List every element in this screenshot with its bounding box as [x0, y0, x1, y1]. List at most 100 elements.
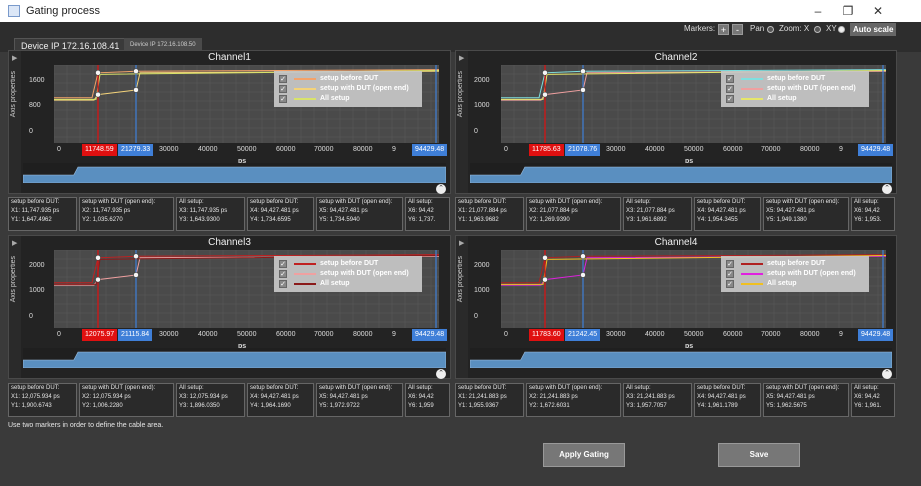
legend-item[interactable]: ✓ All setup — [274, 94, 422, 104]
collapse-icon[interactable]: ⌃ — [436, 184, 446, 194]
collapse-icon[interactable]: ⌃ — [882, 184, 892, 194]
axis-properties-label[interactable]: Axis properties — [10, 71, 20, 117]
overview-strip[interactable] — [470, 163, 892, 183]
pan-radio[interactable] — [767, 26, 774, 33]
overview-area — [470, 351, 892, 368]
legend-label: setup with DUT (open end) — [320, 270, 409, 277]
legend-label: setup before DUT — [320, 75, 379, 82]
plot-area[interactable]: ✓ setup before DUT ✓ setup with DUT (open e… — [501, 250, 886, 328]
readout-line: Y6: 1,959 — [408, 403, 434, 409]
x-tick-label: 70000 — [761, 331, 781, 338]
marker-point — [133, 253, 139, 259]
readout-line: X4: 94,427.481 ps — [697, 208, 746, 214]
legend-checkbox[interactable]: ✓ — [279, 75, 287, 83]
readout-box: All setup: X6: 94,42 Y6: 1,961. — [851, 383, 895, 417]
legend-checkbox[interactable]: ✓ — [726, 95, 734, 103]
axis-properties-label[interactable]: Axis properties — [457, 256, 467, 302]
legend-swatch — [741, 273, 763, 275]
readout-box: setup before DUT: X1: 12,075.934 ps Y1: 1,… — [8, 383, 77, 417]
readout-line: All setup: — [408, 385, 433, 391]
overview-strip[interactable] — [470, 348, 892, 368]
legend-item[interactable]: ✓ setup before DUT — [274, 74, 422, 84]
marker-red-value[interactable]: 11783.60 — [529, 329, 564, 341]
apply-gating-button[interactable]: Apply Gating — [543, 443, 625, 467]
readouts-channel-2: setup before DUT: X1: 21,077.884 ps Y1: 1,… — [455, 197, 897, 231]
readout-line: Y4: 1,961.1789 — [697, 403, 738, 409]
readout-box: All setup: X3: 21,077.884 ps Y3: 1,961.689… — [623, 197, 692, 231]
legend-item[interactable]: ✓ setup with DUT (open end) — [274, 84, 422, 94]
legend-checkbox[interactable]: ✓ — [726, 260, 734, 268]
markers-label: Markers: — [684, 24, 716, 33]
legend-checkbox[interactable]: ✓ — [279, 260, 287, 268]
readout-box: All setup: X6: 94,42 Y6: 1,737. — [405, 197, 450, 231]
x-tick-label: 0 — [504, 331, 508, 338]
marker-red-value[interactable]: 11748.59 — [82, 144, 117, 156]
legend-item[interactable]: ✓ All setup — [274, 279, 422, 289]
save-button[interactable]: Save — [718, 443, 800, 467]
readout-line: Y5: 1,972.9722 — [319, 403, 360, 409]
legend-item[interactable]: ✓ setup with DUT (open end) — [274, 269, 422, 279]
maximize-button[interactable]: ❐ — [834, 2, 862, 20]
readout-line: Y4: 1,954.3455 — [697, 217, 738, 223]
collapse-icon[interactable]: ⌃ — [882, 369, 892, 379]
marker-blue-value[interactable]: 21279.33 — [118, 144, 154, 156]
marker-blue-value[interactable]: 21242.45 — [565, 329, 601, 341]
legend-checkbox[interactable]: ✓ — [726, 85, 734, 93]
readout-line: setup before DUT: — [458, 199, 507, 205]
legend-item[interactable]: ✓ All setup — [721, 94, 869, 104]
marker-red-value[interactable]: 11785.63 — [529, 144, 564, 156]
remove-marker-button[interactable]: - — [732, 24, 743, 35]
legend-item[interactable]: ✓ All setup — [721, 279, 869, 289]
axis-properties-label[interactable]: Axis properties — [10, 256, 20, 302]
readout-line: All setup: — [626, 385, 651, 391]
readout-line: X1: 21,077.884 ps — [458, 208, 507, 214]
legend-checkbox[interactable]: ✓ — [279, 85, 287, 93]
plot-area[interactable]: ✓ setup before DUT ✓ setup with DUT (open e… — [54, 250, 439, 328]
collapse-icon[interactable]: ⌃ — [436, 369, 446, 379]
legend-checkbox[interactable]: ✓ — [279, 95, 287, 103]
legend-item[interactable]: ✓ setup before DUT — [721, 74, 869, 84]
add-marker-button[interactable]: + — [718, 24, 729, 35]
readout-line: All setup: — [626, 199, 651, 205]
close-button[interactable]: ✕ — [864, 2, 892, 20]
readout-line: X4: 94,427.481 ps — [697, 394, 746, 400]
plot-area[interactable]: ✓ setup before DUT ✓ setup with DUT (open e… — [54, 65, 439, 143]
legend-item[interactable]: ✓ setup with DUT (open end) — [721, 84, 869, 94]
legend-swatch — [741, 263, 763, 265]
overview-strip[interactable] — [23, 163, 446, 183]
legend-item[interactable]: ✓ setup with DUT (open end) — [721, 269, 869, 279]
legend-item[interactable]: ✓ setup before DUT — [721, 259, 869, 269]
readout-line: Y1: 1,963.9682 — [458, 217, 499, 223]
auto-scale-button[interactable]: Auto scale — [850, 23, 897, 36]
readout-line: setup before DUT: — [458, 385, 507, 391]
axis-properties-label[interactable]: Axis properties — [457, 71, 467, 117]
overview-strip[interactable] — [23, 348, 446, 368]
x-tick-label: 40000 — [645, 146, 665, 153]
legend-checkbox[interactable]: ✓ — [726, 280, 734, 288]
marker-right-value[interactable]: 94429.48 — [858, 329, 894, 341]
readout-line: X1: 21,241.883 ps — [458, 394, 507, 400]
readout-line: Y1: 1,647.4962 — [11, 217, 52, 223]
readouts-channel-3: setup before DUT: X1: 12,075.934 ps Y1: 1,… — [8, 383, 451, 417]
legend-checkbox[interactable]: ✓ — [726, 270, 734, 278]
legend-label: All setup — [320, 95, 350, 102]
x-tick-label: 60000 — [723, 146, 743, 153]
plot-area[interactable]: ✓ setup before DUT ✓ setup with DUT (open e… — [501, 65, 886, 143]
marker-blue-value[interactable]: 21115.84 — [118, 329, 153, 341]
legend-item[interactable]: ✓ setup before DUT — [274, 259, 422, 269]
marker-blue-value[interactable]: 21078.76 — [565, 144, 601, 156]
y-tick-label: 0 — [29, 313, 33, 320]
x-tick-label: 70000 — [314, 331, 334, 338]
legend-checkbox[interactable]: ✓ — [279, 280, 287, 288]
minimize-button[interactable]: – — [804, 2, 832, 20]
marker-red-value[interactable]: 12075.97 — [82, 329, 118, 341]
marker-right-value[interactable]: 94429.48 — [858, 144, 894, 156]
legend-checkbox[interactable]: ✓ — [279, 270, 287, 278]
channel-title: Channel3 — [208, 237, 251, 248]
marker-right-value[interactable]: 94429.48 — [412, 144, 448, 156]
marker-right-value[interactable]: 94429.48 — [412, 329, 448, 341]
marker-point — [580, 253, 586, 259]
zoom-x-radio[interactable] — [814, 26, 821, 33]
legend-checkbox[interactable]: ✓ — [726, 75, 734, 83]
zoom-xy-radio[interactable] — [838, 26, 845, 33]
